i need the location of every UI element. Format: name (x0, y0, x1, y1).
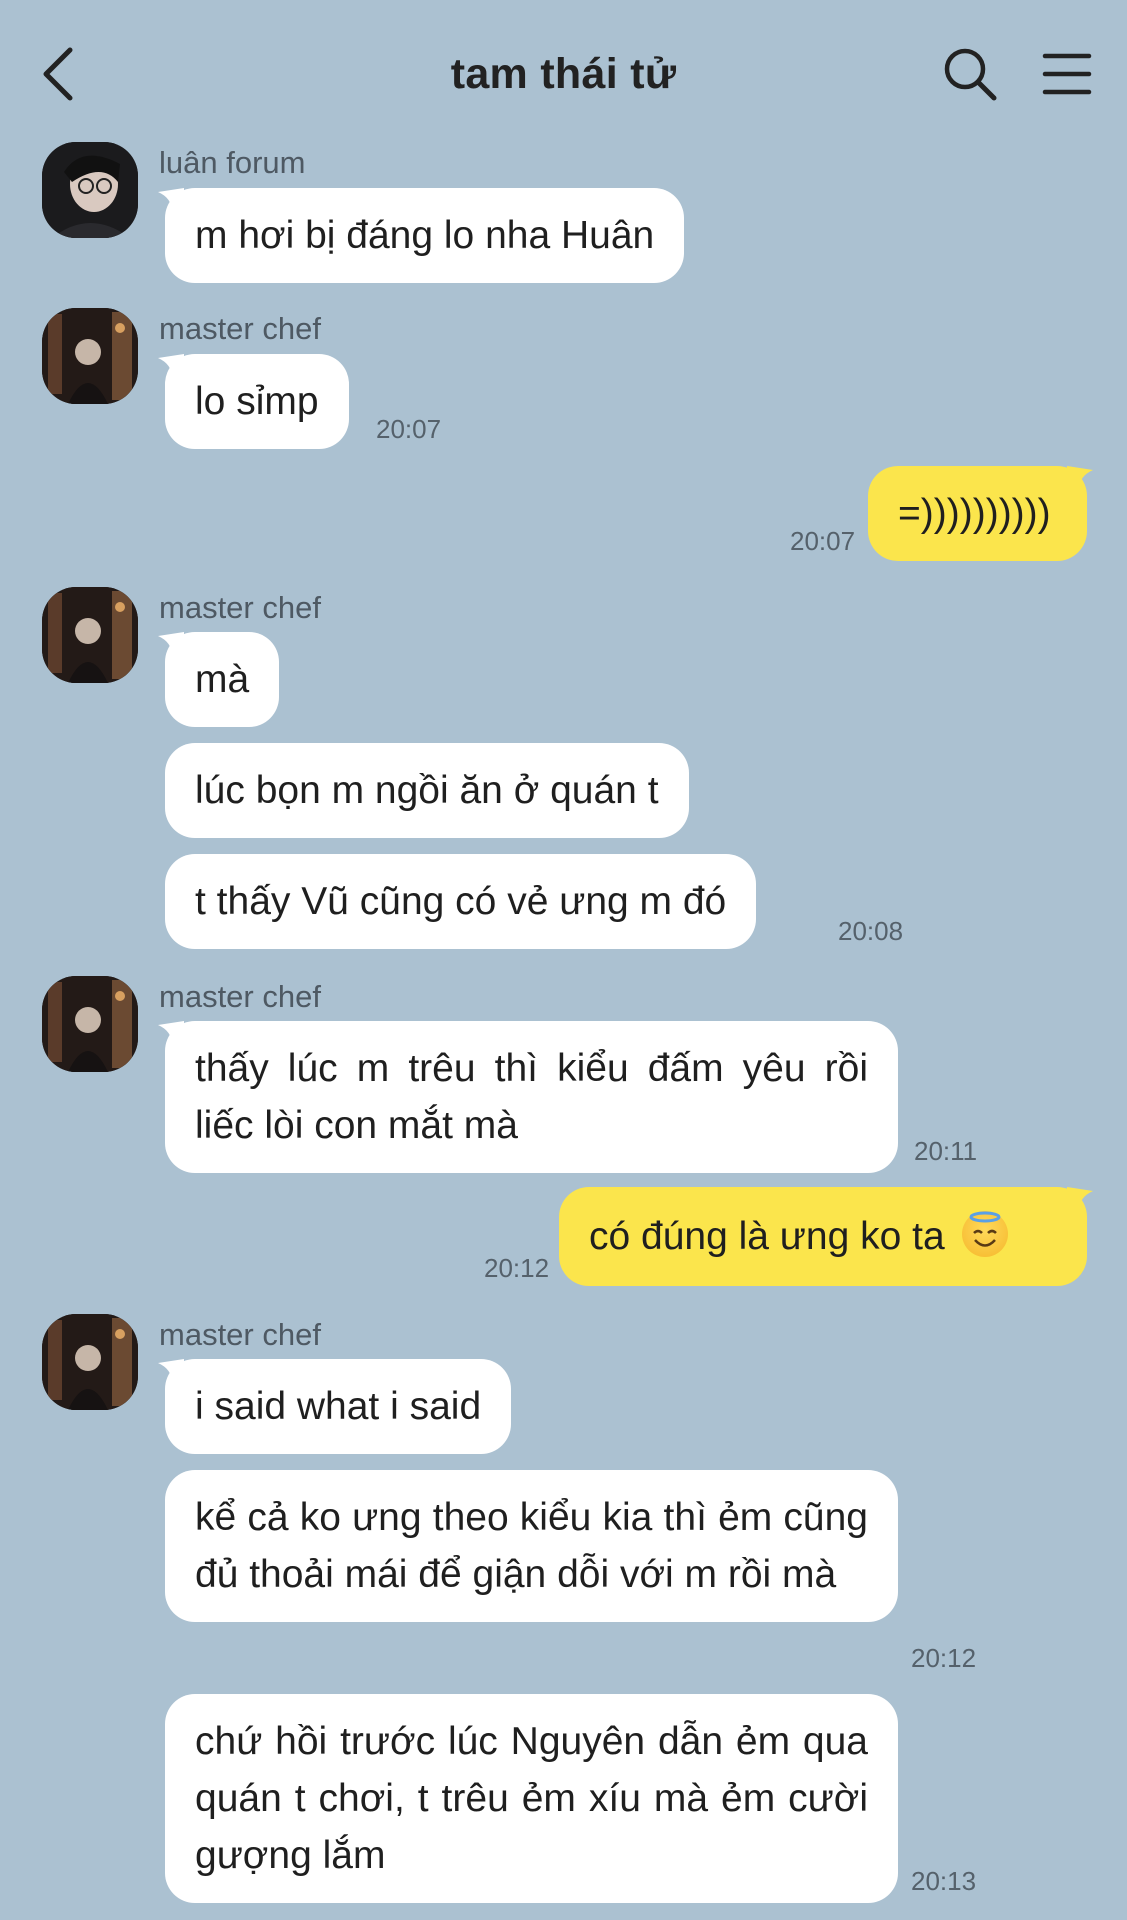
profile-photo-icon (42, 308, 138, 404)
message-time: 20:11 (914, 1136, 978, 1166)
search-button[interactable] (942, 46, 998, 102)
message-time: 20:12 (911, 1643, 977, 1673)
sender-name: luân forum (159, 145, 306, 180)
profile-photo-icon (42, 976, 138, 1072)
avatar[interactable] (42, 1314, 138, 1410)
avatar[interactable] (42, 308, 138, 404)
message-bubble[interactable]: kể cả ko ưng theo kiểu kia thì ẻm cũng đ… (165, 1470, 898, 1622)
message-bubble[interactable]: mà (165, 632, 280, 727)
profile-photo-icon (42, 1314, 138, 1410)
message-bubble[interactable]: thấy lúc m trêu thì kiểu đấm yêu rồi liế… (165, 1021, 898, 1173)
sender-name: master chef (159, 979, 321, 1014)
avatar[interactable] (42, 142, 138, 238)
sender-name: master chef (159, 590, 321, 625)
menu-button[interactable] (1042, 50, 1092, 98)
sender-name: master chef (159, 1317, 321, 1352)
message-time: 20:07 (376, 414, 442, 444)
profile-photo-icon (42, 587, 138, 683)
message-time: 20:12 (484, 1253, 550, 1283)
message-bubble[interactable]: chứ hồi trước lúc Nguyên dẫn ẻm qua quán… (165, 1694, 898, 1903)
chat-header: tam thái tử (0, 0, 1127, 140)
my-message-bubble[interactable]: có đúng là ưng ko ta (559, 1187, 1087, 1286)
message-bubble[interactable]: lo sỉmp (165, 354, 349, 449)
message-time: 20:13 (911, 1866, 977, 1896)
message-bubble[interactable]: t thấy Vũ cũng có vẻ ưng m đó (165, 854, 757, 949)
hamburger-menu-icon (1042, 53, 1092, 95)
my-message-bubble[interactable]: =)))))))))) (868, 466, 1087, 561)
message-time: 20:08 (838, 916, 904, 946)
message-time: 20:07 (790, 526, 856, 556)
bubble-tail (1067, 466, 1093, 490)
smiling-face-with-halo-icon (961, 1211, 1008, 1257)
message-text: có đúng là ưng ko ta (589, 1215, 945, 1258)
search-icon (944, 48, 997, 101)
sender-name: master chef (159, 311, 321, 346)
message-bubble[interactable]: lúc bọn m ngồi ăn ở quán t (165, 743, 689, 838)
message-bubble[interactable]: m hơi bị đáng lo nha Huân (165, 188, 685, 283)
avatar[interactable] (42, 587, 138, 683)
avatar[interactable] (42, 976, 138, 1072)
profile-photo-icon (42, 142, 138, 238)
message-bubble[interactable]: i said what i said (165, 1359, 512, 1454)
bubble-tail (1067, 1187, 1093, 1211)
